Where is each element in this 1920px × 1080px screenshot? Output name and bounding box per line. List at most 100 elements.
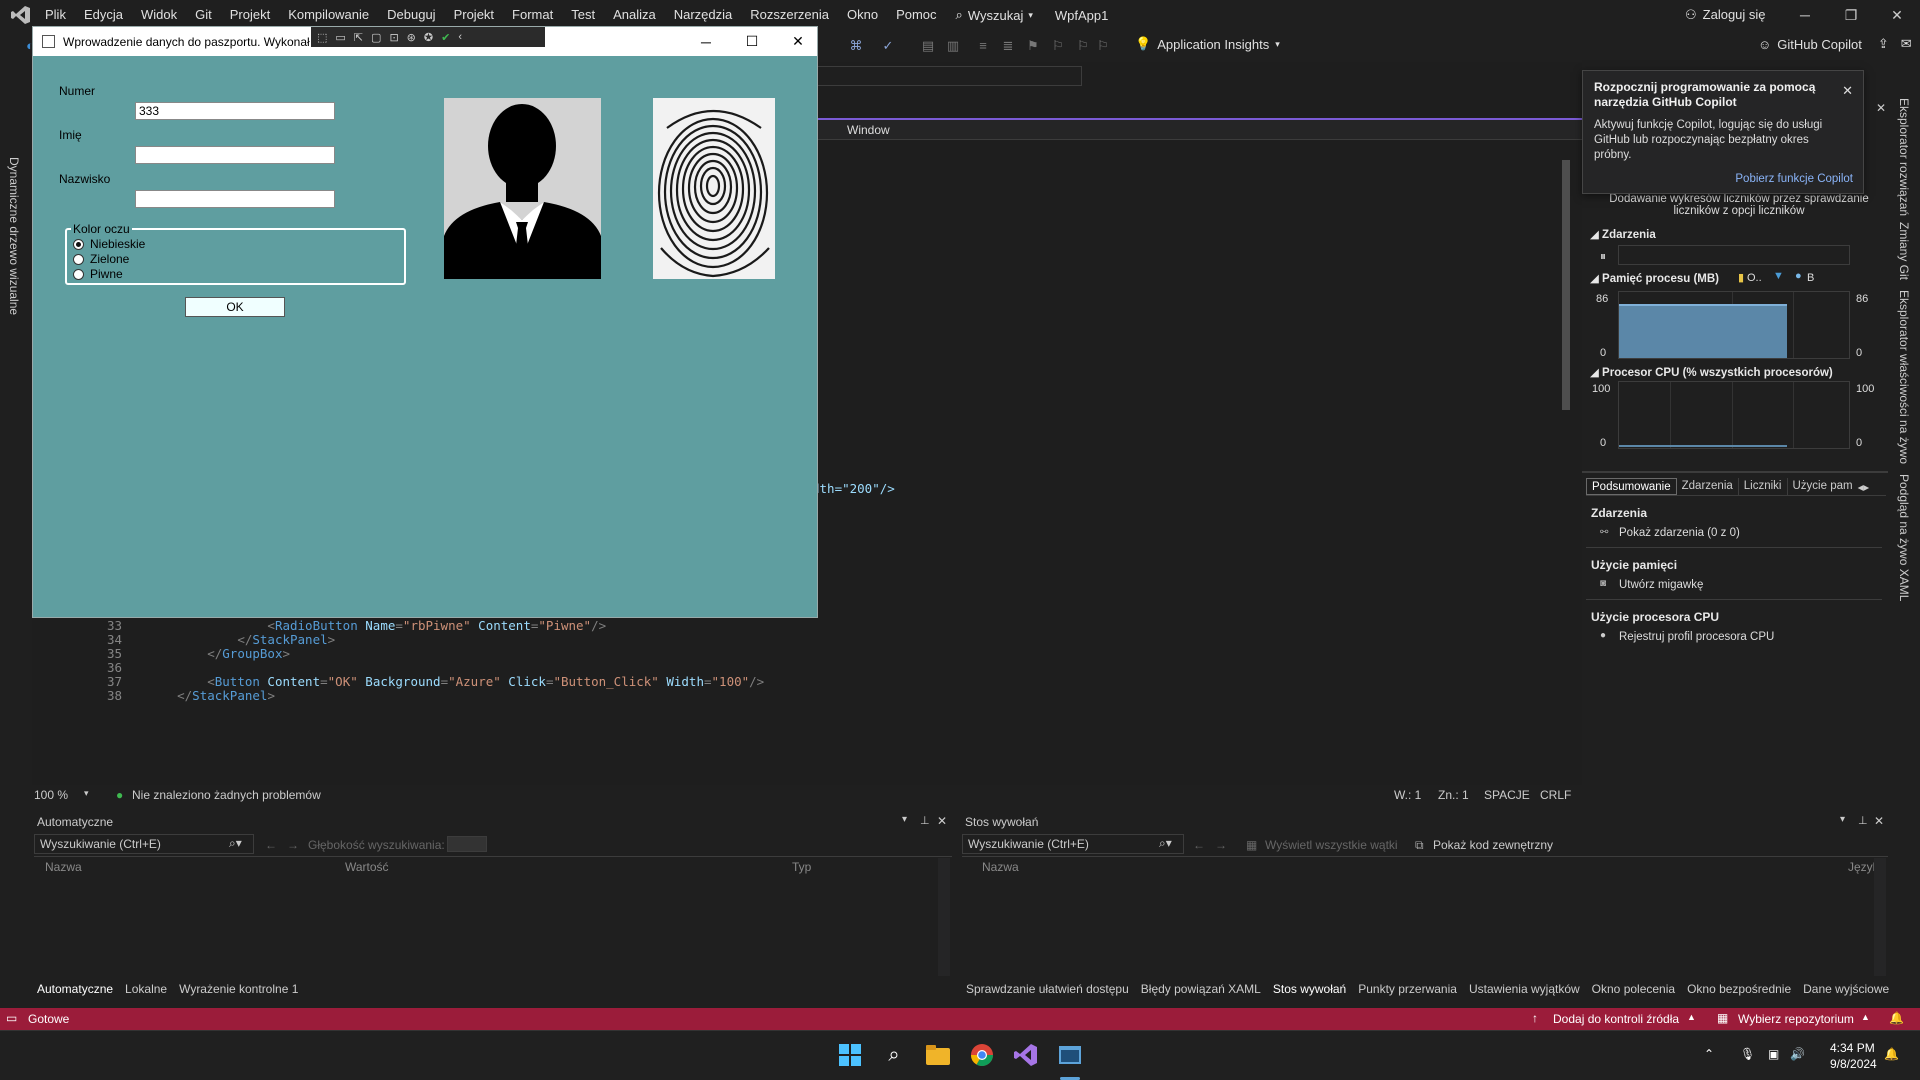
align-icon[interactable]: ▥ — [945, 38, 961, 54]
volume-icon[interactable]: 🔊 — [1790, 1047, 1805, 1061]
application-insights-button[interactable]: 💡 Application Insights ▾ — [1135, 36, 1280, 52]
binding-failures-icon[interactable]: ⊛ — [407, 31, 416, 44]
tab-memory-usage[interactable]: Użycie pam — [1788, 478, 1858, 495]
bookmark-clear-icon[interactable]: ⚐ — [1095, 38, 1111, 54]
show-external-code-button[interactable]: Pokaż kod zewnętrzny — [1433, 838, 1553, 852]
callstack-tab[interactable]: Okno bezpośrednie — [1687, 982, 1791, 1002]
close-icon[interactable]: ✕ — [937, 814, 947, 828]
menu-item[interactable]: Pomoc — [887, 0, 945, 30]
autos-scrollbar[interactable] — [938, 858, 950, 976]
radio-zielone[interactable]: Zielone — [73, 252, 129, 266]
add-to-source-control[interactable]: Dodaj do kontroli źródła — [1553, 1012, 1679, 1026]
events-header[interactable]: ◢ Zdarzenia — [1590, 227, 1656, 241]
login-button[interactable]: ⚇ Zaloguj się — [1685, 0, 1766, 30]
zoom-level[interactable]: 100 % — [34, 788, 68, 802]
memory-chart[interactable] — [1618, 291, 1850, 359]
track-focus-icon[interactable]: ⊡ — [389, 31, 398, 44]
col-name[interactable]: Nazwa — [982, 860, 1019, 874]
callstack-tab[interactable]: Dane wyjściowe — [1803, 982, 1889, 1002]
bookmark-next-icon[interactable]: ⚐ — [1075, 38, 1091, 54]
tab-locals[interactable]: Lokalne — [125, 982, 167, 1002]
menu-item[interactable]: Okno — [838, 0, 887, 30]
arrow-left-icon[interactable]: ← — [1193, 838, 1205, 852]
code-line[interactable]: </StackPanel> — [147, 687, 275, 704]
callstack-tab[interactable]: Punkty przerwania — [1358, 982, 1457, 1002]
editor-scrollbar[interactable] — [1560, 145, 1572, 785]
windows-start-icon[interactable] — [836, 1041, 864, 1069]
accessibility-icon[interactable]: ✪ — [424, 31, 433, 44]
close-icon[interactable]: ✕ — [1874, 814, 1884, 828]
scroll-thumb[interactable] — [1562, 160, 1570, 410]
cpu-header[interactable]: ◢ Procesor CPU (% wszystkich procesorów) — [1590, 365, 1833, 379]
spellcheck-icon[interactable]: ✓ — [880, 38, 896, 54]
callstack-tab[interactable]: Sprawdzanie ułatwień dostępu — [966, 982, 1129, 1002]
tab-autos[interactable]: Automatyczne — [37, 982, 113, 1002]
callstack-tab[interactable]: Stos wywołań — [1273, 982, 1346, 1002]
autos-search-input[interactable]: Wyszukiwanie (Ctrl+E) ⌕▾ — [34, 834, 254, 854]
visual-studio-icon[interactable] — [1012, 1041, 1040, 1069]
tab-scroll-icon[interactable]: ◂▸ — [1858, 478, 1870, 495]
bookmark-icon[interactable]: ⚑ — [1025, 38, 1041, 54]
col-value[interactable]: Wartość — [345, 860, 389, 874]
snapshot-button[interactable]: Utwórz migawkę — [1619, 579, 1703, 591]
radio-niebieskie[interactable]: Niebieskie — [73, 237, 145, 251]
splitter[interactable] — [1582, 471, 1888, 473]
github-copilot-button[interactable]: ☺ GitHub Copilot ⇪ ✉ — [1758, 36, 1912, 52]
cpu-chart[interactable] — [1618, 381, 1850, 449]
live-property-explorer-tab[interactable]: Eksplorator właściwości na żywo — [1897, 290, 1911, 464]
callstack-tab[interactable]: Błędy powiązań XAML — [1141, 982, 1261, 1002]
column-number[interactable]: Zn.: 1 — [1438, 788, 1469, 802]
callstack-search-input[interactable]: Wyszukiwanie (Ctrl+E) ⌕▾ — [962, 834, 1184, 854]
tab-events[interactable]: Zdarzenia — [1677, 478, 1739, 495]
arrow-right-icon[interactable]: → — [1215, 838, 1227, 852]
callstack-scrollbar[interactable] — [1874, 858, 1886, 976]
show-all-threads-button[interactable]: Wyświetl wszystkie wątki — [1265, 838, 1398, 852]
wpf-title-bar[interactable]: Wprowadzenie danych do paszportu. Wykona… — [33, 27, 817, 56]
editor-navigation-bar[interactable]: Window — [812, 120, 1592, 140]
events-timeline[interactable] — [1618, 245, 1850, 265]
indent-icon[interactable]: ≡ — [975, 38, 991, 54]
notification-bell-icon[interactable]: 🔔 — [1884, 1047, 1899, 1061]
clock-date[interactable]: 9/8/2024 — [1830, 1057, 1877, 1071]
panel-menu-icon[interactable]: ▾ — [902, 814, 907, 825]
solution-explorer-tab[interactable]: Eksplorator rozwiązań — [1897, 98, 1911, 216]
close-button[interactable]: ✕ — [1874, 0, 1920, 30]
select-repository[interactable]: Wybierz repozytorium — [1738, 1012, 1854, 1026]
show-in-app-icon[interactable]: ▭ — [335, 31, 345, 44]
col-name[interactable]: Nazwa — [45, 860, 82, 874]
chrome-icon[interactable] — [968, 1041, 996, 1069]
arrow-right-icon[interactable]: → — [287, 838, 299, 852]
notifications-bell-icon[interactable]: 🔔 — [1889, 1011, 1904, 1025]
arrow-left-icon[interactable]: ← — [265, 838, 277, 852]
select-element-icon[interactable]: ⇱ — [354, 31, 363, 44]
tab-watch1[interactable]: Wyrażenie kontrolne 1 — [179, 982, 298, 1002]
file-explorer-icon[interactable] — [924, 1041, 952, 1069]
close-icon[interactable]: ✕ — [1876, 101, 1886, 115]
network-icon[interactable]: ▣ — [1768, 1047, 1779, 1061]
callstack-tab[interactable]: Ustawienia wyjątków — [1469, 982, 1580, 1002]
numer-field[interactable]: 333 — [135, 102, 335, 120]
ok-button[interactable]: OK — [185, 297, 285, 317]
search-depth-select[interactable] — [447, 836, 487, 852]
display-adorners-icon[interactable]: ▢ — [371, 31, 381, 44]
wpf-app-icon[interactable] — [1056, 1041, 1084, 1069]
member-dropdown[interactable] — [812, 66, 1082, 86]
show-events-link[interactable]: Pokaż zdarzenia (0 z 0) — [1619, 527, 1740, 539]
issues-label[interactable]: Nie znaleziono żadnych problemów — [132, 788, 321, 802]
line-endings[interactable]: CRLF — [1540, 788, 1571, 802]
microphone-icon[interactable]: 🎙 — [1740, 1047, 1755, 1061]
nazwisko-field[interactable] — [135, 190, 335, 208]
tab-counters[interactable]: Liczniki — [1739, 478, 1788, 495]
outdent-icon[interactable]: ≣ — [1000, 38, 1016, 54]
tab-summary[interactable]: Podsumowanie — [1586, 478, 1677, 495]
radio-piwne[interactable]: Piwne — [73, 267, 123, 281]
pin-icon[interactable]: ⊥ — [1858, 814, 1868, 827]
close-icon[interactable]: ✕ — [1842, 83, 1853, 99]
imie-field[interactable] — [135, 146, 335, 164]
memory-header[interactable]: ◢ Pamięć procesu (MB) — [1590, 271, 1719, 285]
hot-reload-ok-icon[interactable]: ✔ — [441, 31, 450, 44]
panel-menu-icon[interactable]: ▾ — [1840, 814, 1845, 825]
feedback-icon[interactable]: ✉ — [1901, 36, 1912, 52]
record-cpu-profile-button[interactable]: Rejestruj profil procesora CPU — [1619, 631, 1774, 643]
col-type[interactable]: Typ — [792, 860, 811, 874]
